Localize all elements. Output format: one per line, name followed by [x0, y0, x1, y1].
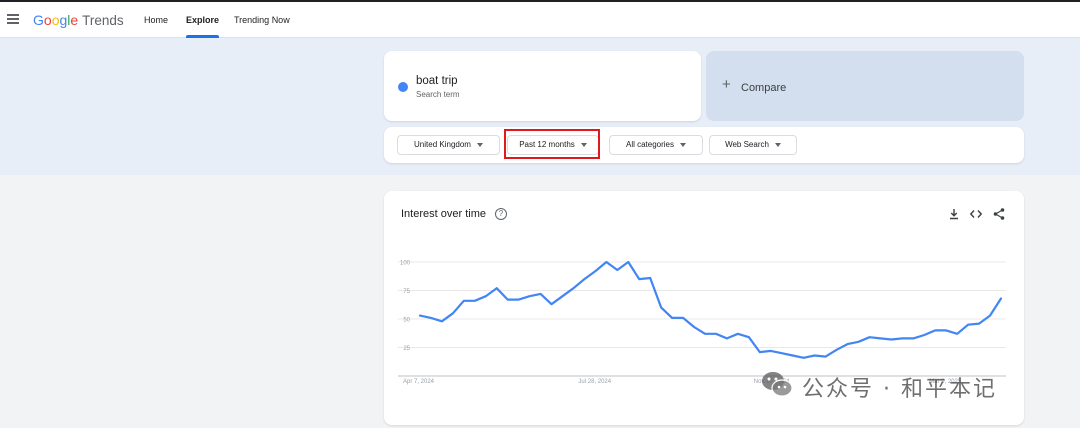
nav-home[interactable]: Home	[144, 2, 168, 38]
search-term-card[interactable]: boat trip Search term	[384, 51, 701, 121]
dropdown-arrow-icon	[580, 142, 587, 147]
help-circle-icon[interactable]: ?	[495, 208, 507, 220]
y-tick-label: 75	[403, 289, 410, 295]
chart-title: Interest over time	[401, 208, 486, 220]
time-range-dropdown[interactable]: Past 12 months	[507, 135, 599, 155]
google-trends-logo[interactable]: Google Trends	[33, 12, 124, 28]
category-dropdown[interactable]: All categories	[609, 135, 703, 155]
search-type-label: Web Search	[725, 140, 769, 149]
dropdown-arrow-icon	[680, 142, 687, 147]
dropdown-arrow-icon	[774, 142, 781, 147]
time-range-label: Past 12 months	[519, 140, 575, 149]
y-tick-label: 25	[403, 346, 410, 352]
x-tick-label: Nov 17, 2024	[754, 379, 790, 385]
x-tick-label: Jul 28, 2024	[578, 379, 611, 385]
search-type-dropdown[interactable]: Web Search	[709, 135, 797, 155]
compare-button[interactable]: + Compare	[706, 51, 1024, 121]
search-term[interactable]: boat trip	[416, 75, 458, 87]
nav-trending-now[interactable]: Trending Now	[234, 2, 290, 38]
x-tick-label: Apr 7, 2024	[403, 379, 435, 385]
share-icon[interactable]	[992, 207, 1006, 221]
download-icon[interactable]	[947, 207, 961, 221]
interest-line-chart: 25 50 75 100 Apr 7, 2024 Jul 28, 2024 Nov 17,…	[398, 260, 1006, 385]
region-label: United Kingdom	[414, 140, 471, 149]
embed-code-icon[interactable]	[969, 207, 983, 221]
search-term-type: Search term	[416, 90, 460, 99]
plus-icon: +	[722, 76, 731, 93]
top-bar: Google Trends Home Explore Trending Now	[0, 2, 1080, 38]
y-tick-label: 100	[400, 261, 411, 267]
dropdown-arrow-icon	[476, 142, 483, 147]
region-dropdown[interactable]: United Kingdom	[397, 135, 500, 155]
compare-label: Compare	[741, 82, 787, 94]
menu-icon[interactable]	[7, 14, 19, 24]
nav-explore[interactable]: Explore	[186, 2, 220, 38]
term-color-dot	[398, 82, 408, 92]
x-tick-label: Mar 9, 2025	[929, 379, 962, 385]
interest-series-line	[418, 260, 1003, 359]
y-tick-label: 50	[403, 318, 410, 324]
category-label: All categories	[625, 140, 675, 149]
